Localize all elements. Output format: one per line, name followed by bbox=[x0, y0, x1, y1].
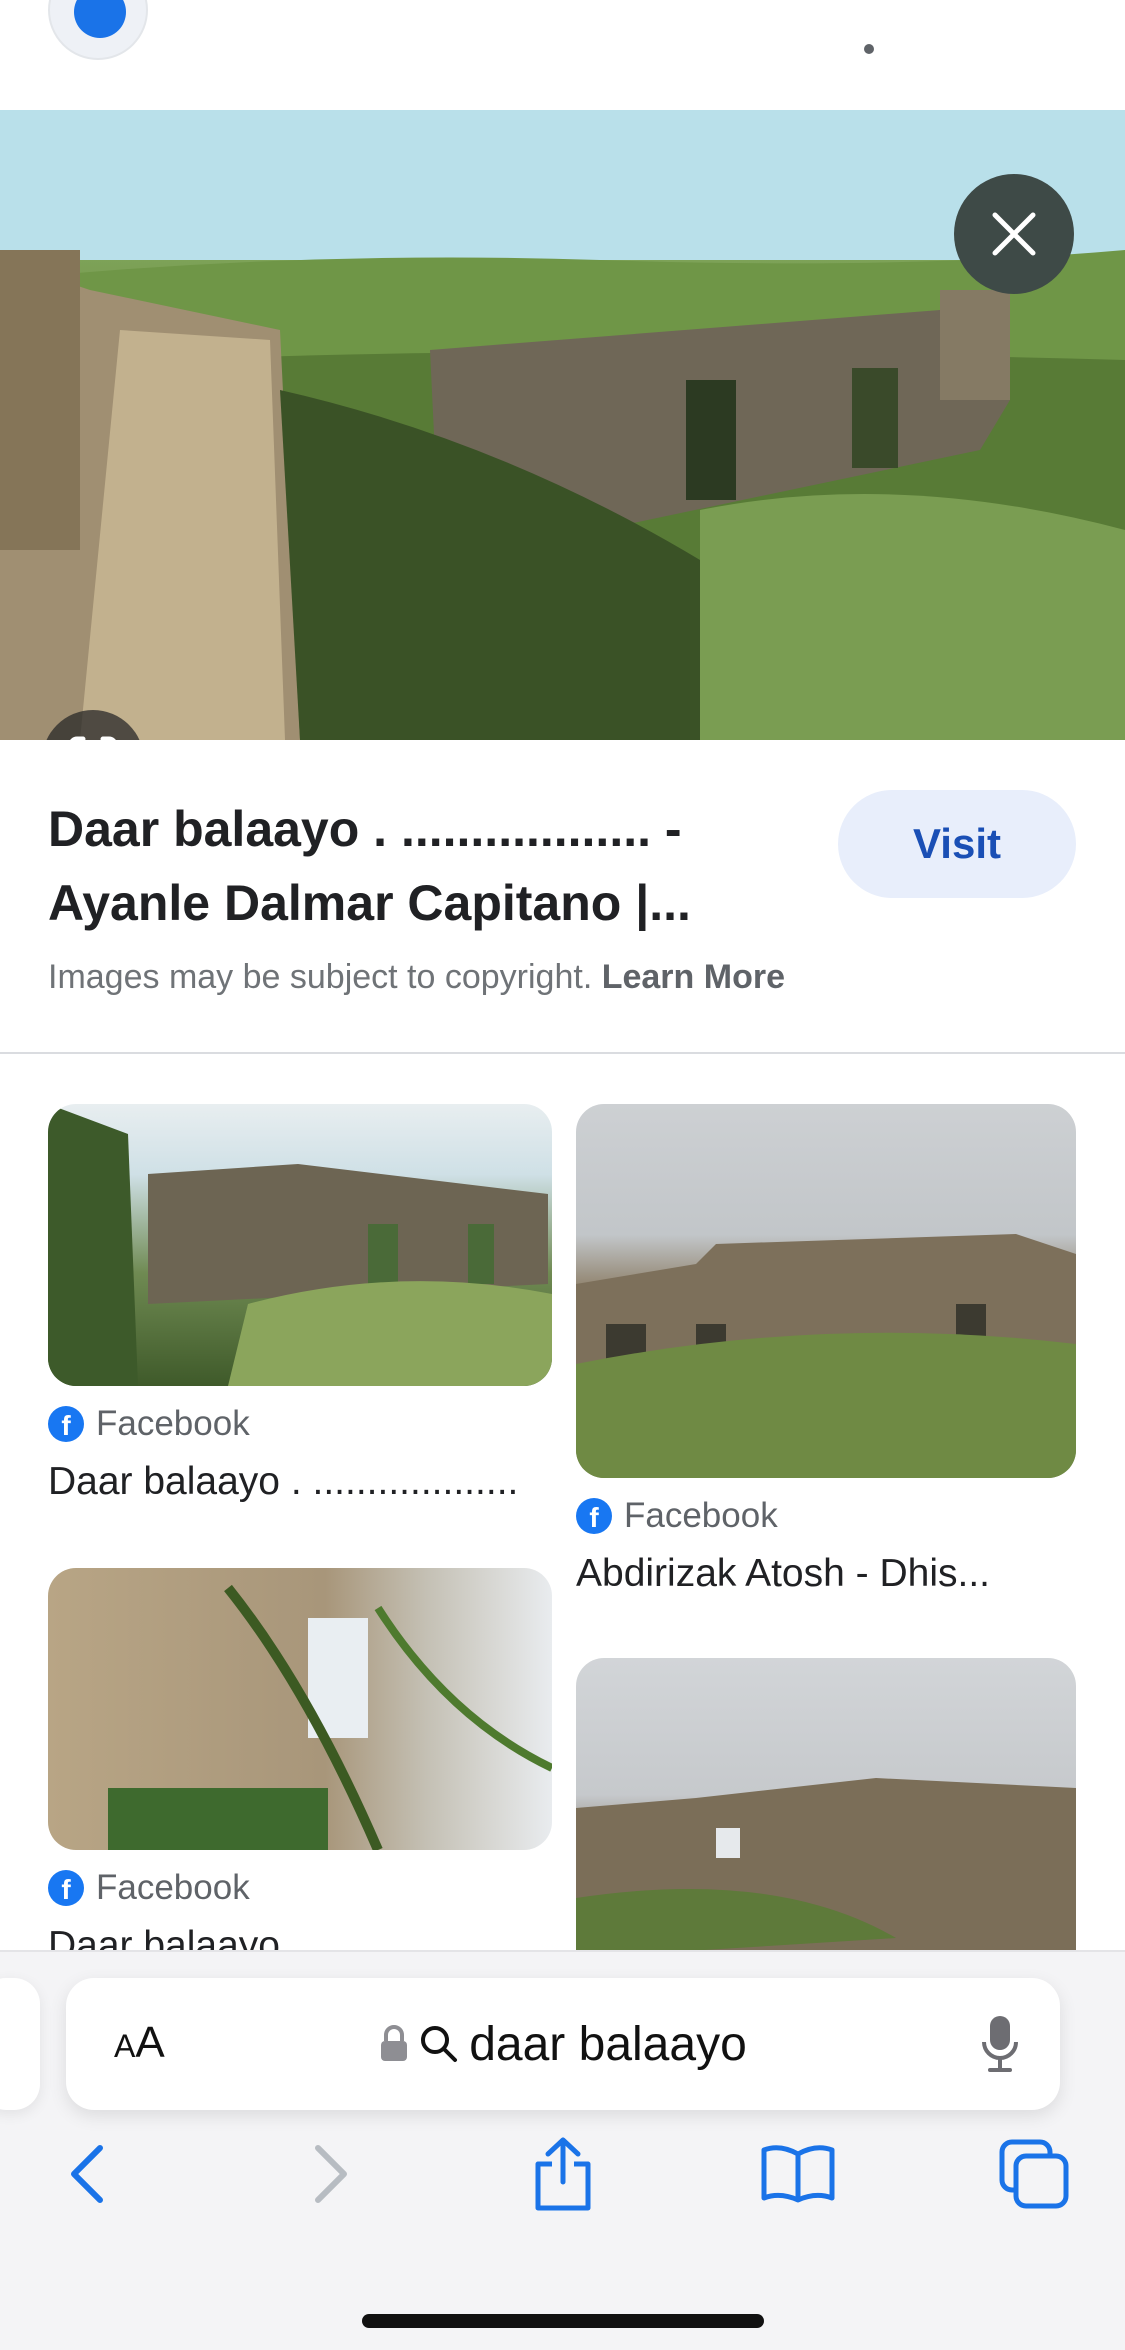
browser-toolbar: AA daar balaayo bbox=[0, 1950, 1125, 2350]
back-icon[interactable] bbox=[64, 2142, 112, 2206]
dot-indicator bbox=[864, 44, 874, 54]
share-icon[interactable] bbox=[530, 2136, 596, 2212]
close-button[interactable] bbox=[954, 174, 1074, 294]
related-image-card[interactable]: f Facebook Daar balaayo bbox=[48, 1568, 552, 1952]
learn-more-link[interactable]: Learn More bbox=[602, 958, 785, 996]
result-caption[interactable]: Daar balaayo . ................... bbox=[48, 1460, 552, 1504]
hero-image[interactable] bbox=[0, 110, 1125, 740]
home-indicator[interactable] bbox=[362, 2314, 764, 2328]
source-name: Facebook bbox=[624, 1496, 778, 1535]
bookmarks-icon[interactable] bbox=[760, 2144, 836, 2204]
facebook-icon: f bbox=[576, 1498, 612, 1534]
related-image-thumbnail[interactable] bbox=[48, 1104, 552, 1386]
facebook-icon: f bbox=[48, 1870, 84, 1906]
related-image-thumbnail[interactable] bbox=[576, 1104, 1076, 1478]
related-images-grid: f Facebook Daar balaayo . ..............… bbox=[0, 1056, 1125, 1952]
top-bar bbox=[0, 0, 1125, 110]
forward-icon[interactable] bbox=[306, 2142, 354, 2206]
result-source: f Facebook bbox=[48, 1868, 552, 1908]
visit-button[interactable]: Visit bbox=[838, 790, 1076, 898]
close-icon bbox=[992, 212, 1036, 256]
related-image-thumbnail[interactable] bbox=[48, 1568, 552, 1850]
related-image-card[interactable] bbox=[576, 1658, 1076, 1952]
lock-icon bbox=[381, 2025, 408, 2061]
url-text: daar balaayo bbox=[469, 2017, 747, 2071]
microphone-icon[interactable] bbox=[980, 2012, 1020, 2076]
google-logo-icon[interactable] bbox=[48, 0, 148, 60]
search-icon bbox=[421, 2026, 458, 2062]
ruins-photo bbox=[48, 1104, 552, 1386]
copyright-text: Images may be subject to copyright. bbox=[48, 958, 593, 996]
source-name: Facebook bbox=[96, 1404, 250, 1443]
url-display[interactable]: daar balaayo bbox=[66, 1978, 1060, 2110]
previous-tab-peek[interactable] bbox=[0, 1978, 40, 2110]
facebook-icon: f bbox=[48, 1406, 84, 1442]
result-source: f Facebook bbox=[576, 1496, 1076, 1536]
tabs-icon[interactable] bbox=[998, 2138, 1070, 2210]
result-info-panel: Daar balaayo . .................. - Ayan… bbox=[0, 740, 1125, 1054]
ruins-photo bbox=[108, 1584, 552, 1850]
hero-photo bbox=[0, 110, 1125, 740]
related-image-card[interactable]: f Facebook Daar balaayo . ..............… bbox=[48, 1104, 552, 1504]
source-name: Facebook bbox=[96, 1868, 250, 1907]
ruins-photo bbox=[576, 1778, 1076, 1952]
ruins-photo bbox=[576, 1234, 1076, 1478]
result-caption[interactable]: Abdirizak Atosh - Dhis... bbox=[576, 1552, 1076, 1596]
copyright-notice: Images may be subject to copyright. Lear… bbox=[48, 958, 785, 997]
google-lens-icon bbox=[70, 736, 116, 740]
result-caption[interactable]: Daar balaayo bbox=[48, 1924, 552, 1952]
related-image-card[interactable]: f Facebook Abdirizak Atosh - Dhis... bbox=[576, 1104, 1076, 1596]
result-title[interactable]: Daar balaayo . .................. - Ayan… bbox=[48, 792, 768, 940]
address-bar[interactable]: AA daar balaayo bbox=[66, 1978, 1060, 2110]
related-image-thumbnail[interactable] bbox=[576, 1658, 1076, 1952]
result-source: f Facebook bbox=[48, 1404, 552, 1444]
